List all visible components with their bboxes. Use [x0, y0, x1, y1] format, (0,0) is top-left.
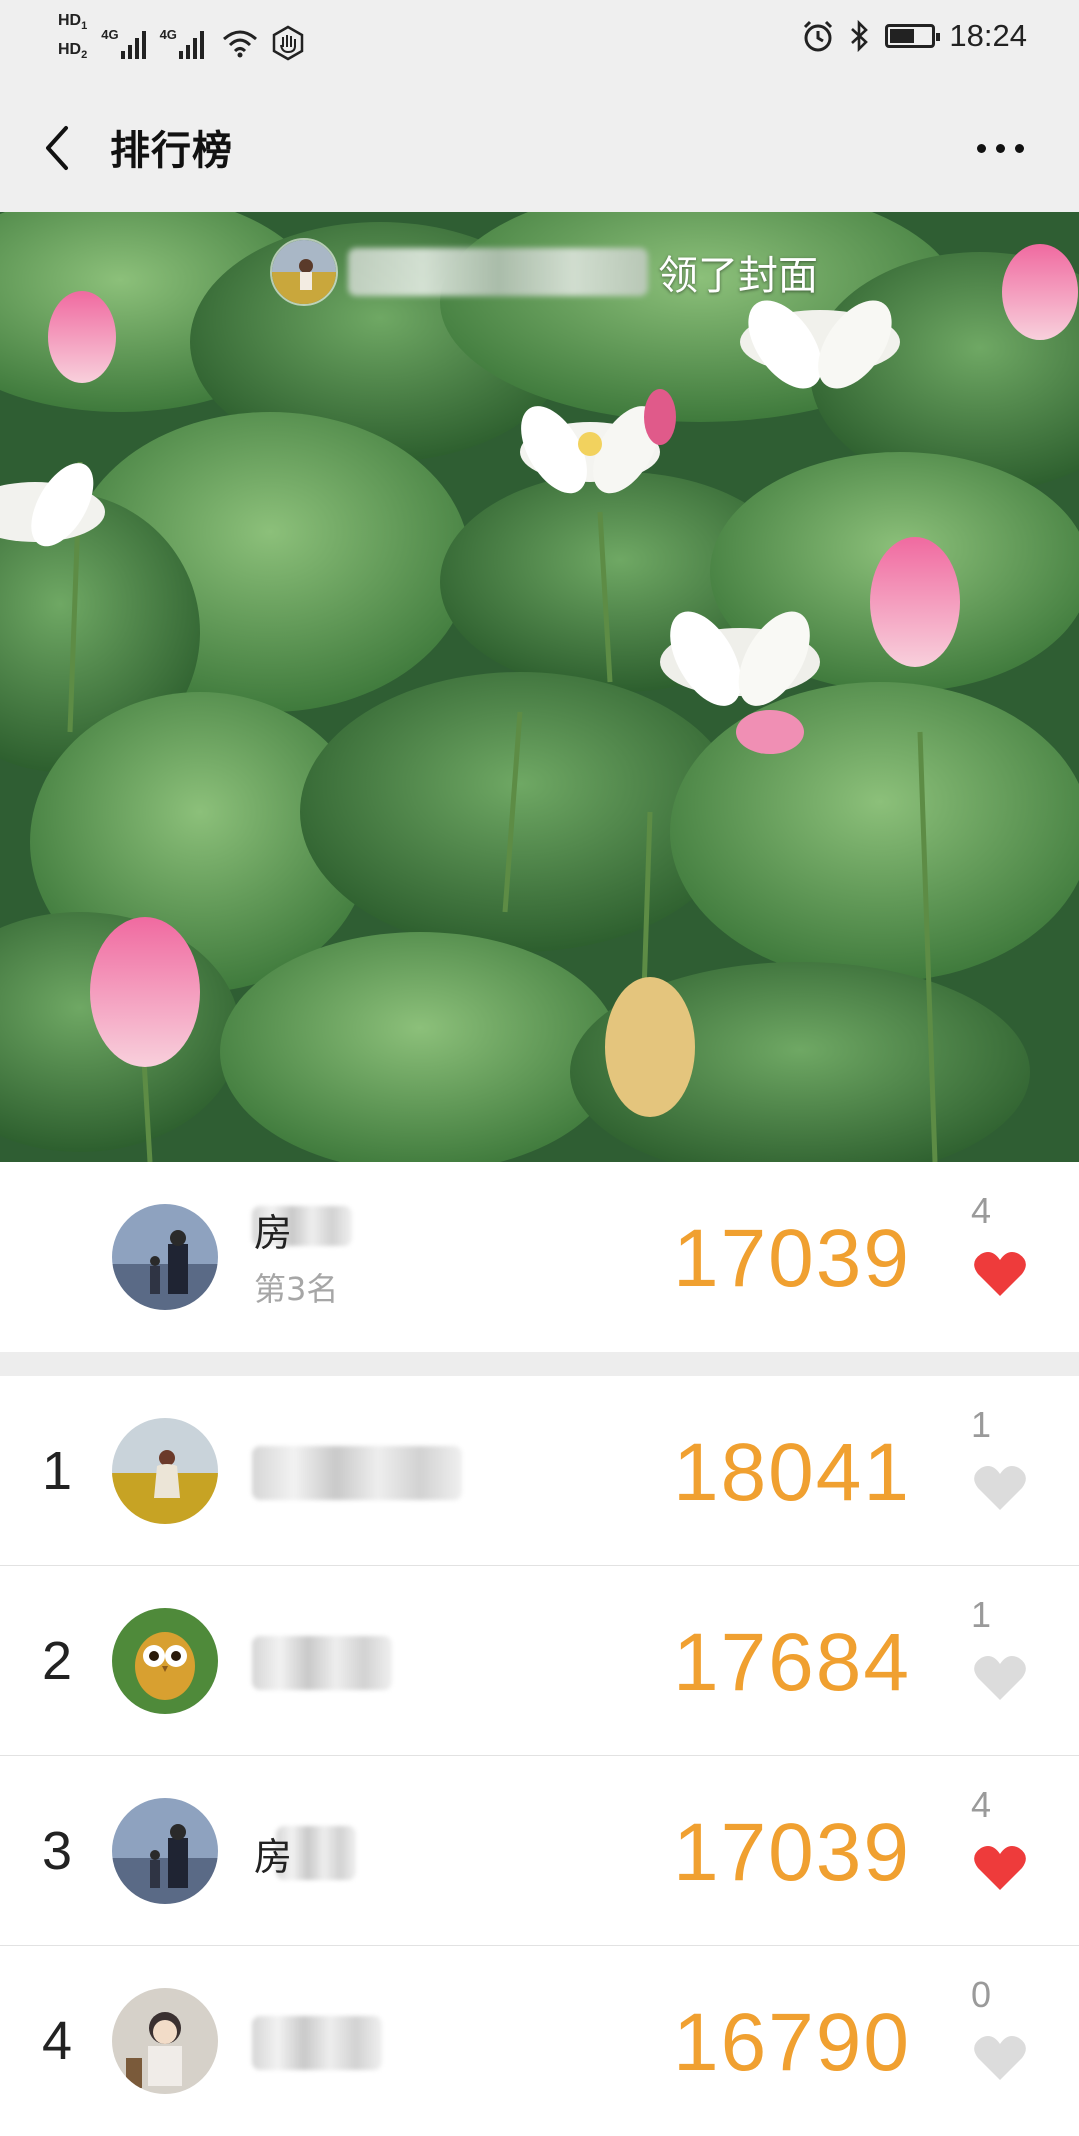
lotus-pond-image	[0, 212, 1079, 1162]
rank-number: 1	[42, 1441, 73, 1501]
avatar[interactable]	[112, 1608, 218, 1714]
username-hint: 房	[254, 1835, 293, 1879]
username-blurred	[252, 1636, 392, 1690]
steps-count: 17039	[672, 1807, 911, 1898]
username-blurred	[252, 2016, 382, 2070]
sim2-hd-badge: HD2	[58, 41, 88, 62]
more-button[interactable]	[965, 118, 1035, 178]
hand-icon	[272, 25, 304, 61]
cover-caption: 领了封面	[270, 238, 818, 306]
leaderboard-row[interactable]: 1 18041 1	[0, 1376, 1079, 1566]
chevron-left-icon	[46, 126, 68, 170]
steps-count: 16790	[672, 1997, 911, 2088]
wifi-icon	[222, 30, 257, 58]
network-type-2: 4G	[159, 27, 177, 43]
my-avatar[interactable]	[112, 1204, 218, 1310]
like-count: 1	[970, 1404, 992, 1445]
status-right: 18:24	[801, 18, 1027, 54]
rank-number: 2	[42, 1631, 73, 1691]
page-title: 排行榜	[110, 128, 233, 174]
signal-bars-icon	[120, 29, 146, 60]
avatar[interactable]	[112, 1418, 218, 1524]
heart-icon[interactable]	[973, 1842, 1027, 1892]
nav-bar: 排行榜	[0, 82, 1079, 212]
battery-icon	[885, 24, 941, 48]
rank-number: 4	[42, 2011, 73, 2071]
cover-user-avatar	[270, 238, 338, 306]
back-button[interactable]	[34, 116, 94, 180]
sim1-hd-badge: HD1	[58, 12, 88, 33]
more-dot	[995, 143, 1005, 153]
leaderboard-row[interactable]: 4 16790 0	[0, 1946, 1079, 2136]
steps-count: 18041	[672, 1427, 911, 1518]
section-divider	[0, 1352, 1079, 1376]
signal-sim2: 4G	[159, 17, 204, 60]
leaderboard-row[interactable]: 2 17684 1	[0, 1566, 1079, 1756]
more-dot	[976, 143, 986, 153]
bluetooth-icon	[851, 19, 869, 53]
heart-icon[interactable]	[973, 1248, 1027, 1298]
rank-number: 3	[42, 1821, 73, 1881]
username-blurred	[252, 1446, 462, 1500]
my-rank-position: 第3名	[254, 1270, 339, 1308]
my-rank-card[interactable]: 房 第3名 17039 4	[0, 1162, 1079, 1352]
signal-bars-icon	[178, 29, 204, 60]
clock-time: 18:24	[949, 18, 1027, 53]
cover-username-blurred	[348, 248, 648, 296]
alarm-icon	[804, 20, 833, 52]
my-name-hint: 房	[254, 1211, 293, 1255]
like-count: 4	[970, 1784, 992, 1825]
sim-indicators: HD1 HD2	[58, 12, 87, 64]
cover-image[interactable]: 领了封面	[0, 212, 1079, 1162]
network-type-1: 4G	[101, 27, 119, 43]
status-left: HD1 HD2 4G 4G	[58, 12, 306, 64]
avatar[interactable]	[112, 1988, 218, 2094]
signal-sim1: 4G	[101, 17, 146, 60]
heart-icon[interactable]	[973, 1652, 1027, 1702]
status-bar: HD1 HD2 4G 4G 18:24	[0, 0, 1079, 82]
avatar[interactable]	[112, 1798, 218, 1904]
my-steps: 17039	[672, 1213, 911, 1304]
like-count: 1	[970, 1594, 992, 1635]
heart-icon[interactable]	[973, 2032, 1027, 2082]
my-like-count: 4	[970, 1190, 992, 1231]
steps-count: 17684	[672, 1617, 911, 1708]
like-count: 0	[970, 1974, 992, 2015]
cover-caption-text: 领了封面	[658, 253, 818, 299]
more-dot	[1014, 143, 1024, 153]
leaderboard-row[interactable]: 3 房 17039 4	[0, 1756, 1079, 1946]
heart-icon[interactable]	[973, 1462, 1027, 1512]
